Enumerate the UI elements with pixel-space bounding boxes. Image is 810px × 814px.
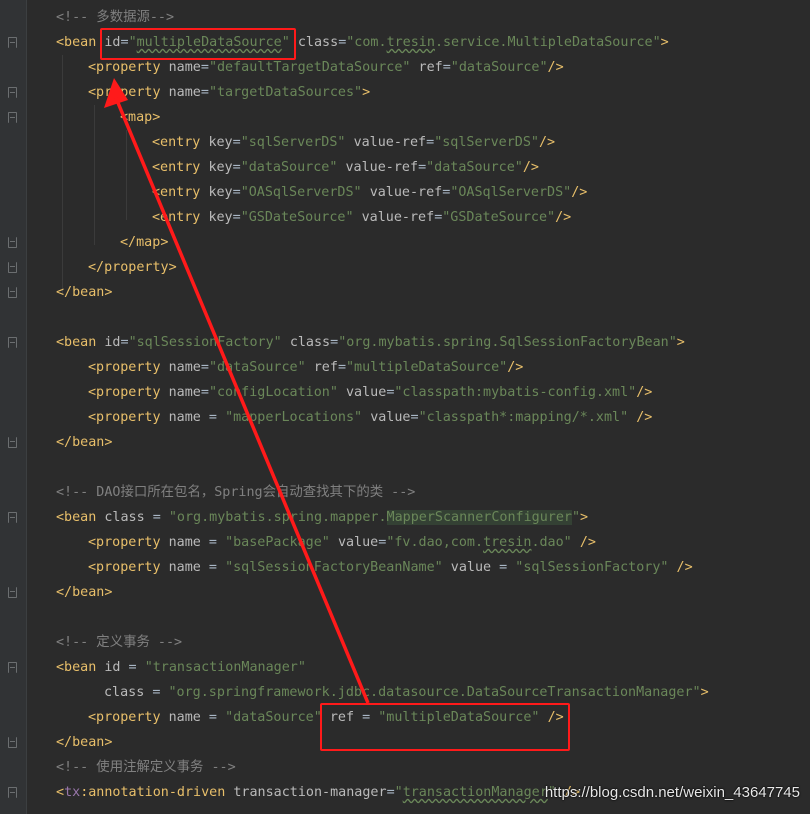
annotation-arrow — [104, 78, 370, 704]
arrow-shaft — [114, 97, 370, 704]
watermark: https://blog.csdn.net/weixin_43647745 — [544, 784, 800, 801]
arrow-head — [104, 78, 128, 108]
